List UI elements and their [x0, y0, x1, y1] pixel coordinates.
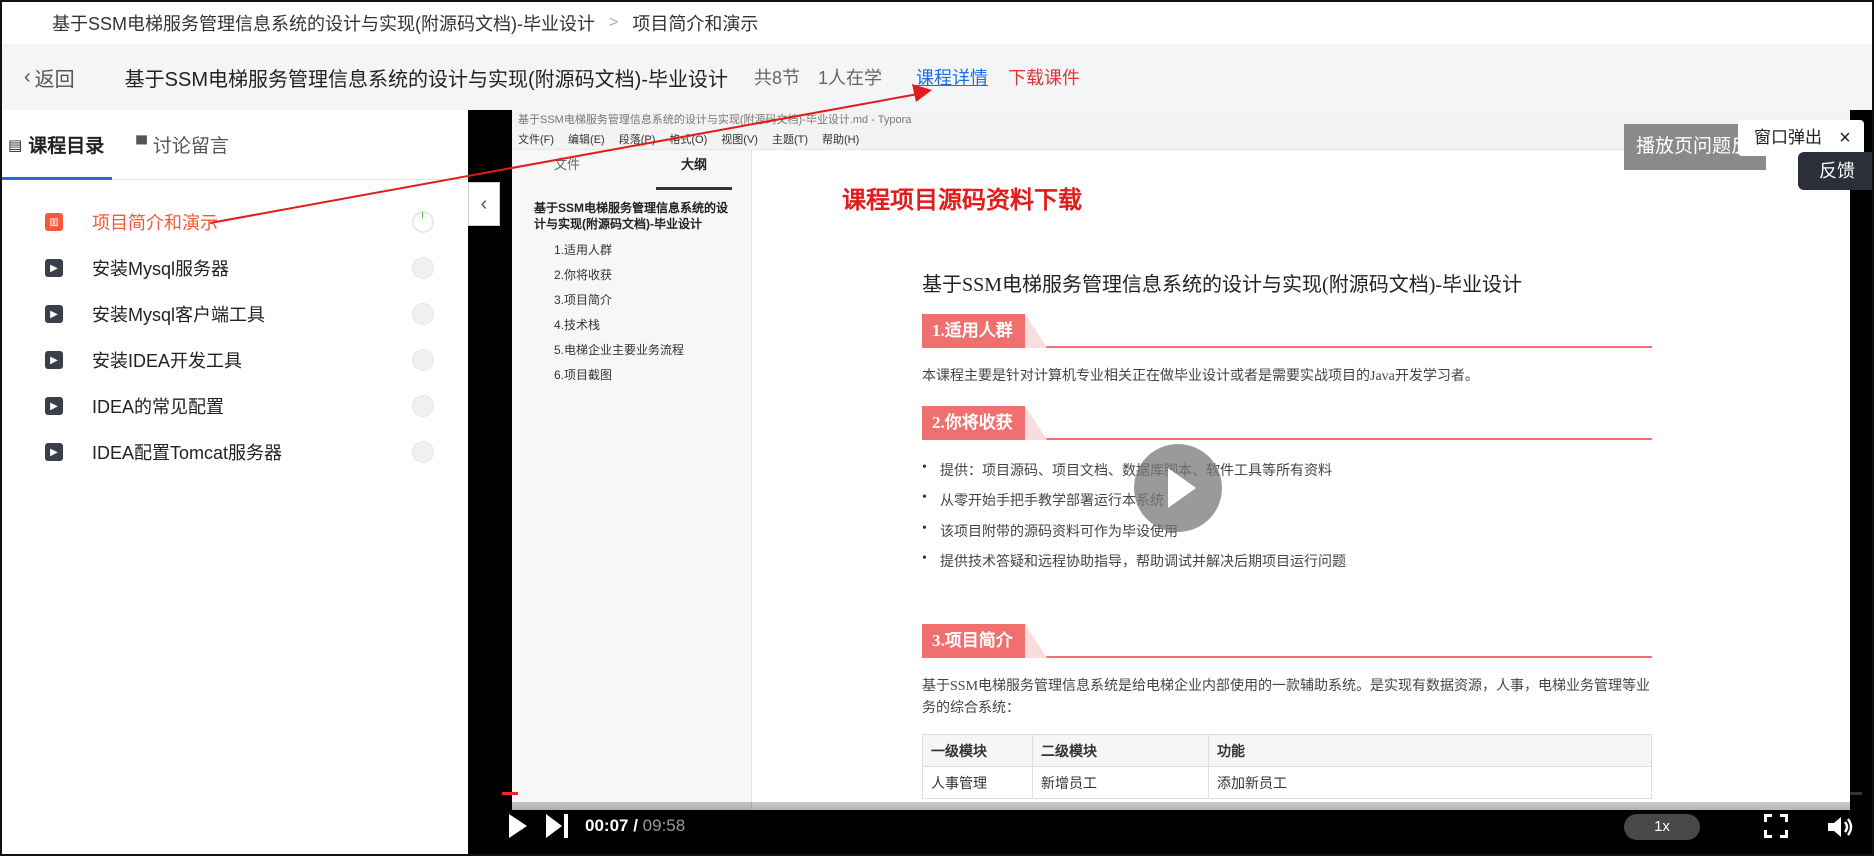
typora-menu-item: 帮助(H)	[822, 134, 860, 146]
typora-menu-item: 格式(O)	[669, 134, 708, 146]
doc-bullet: 提供技术答疑和远程协助指导，帮助调试并解决后期项目运行问题	[922, 551, 1346, 571]
course-title: 基于SSM电梯服务管理信息系统的设计与实现(附源码文档)-毕业设计	[124, 68, 728, 91]
next-icon[interactable]	[544, 814, 572, 838]
doc-section-heading: 1.适用人群	[922, 314, 1652, 348]
section-tag: 2.你将收获	[922, 406, 1047, 440]
section-count: 共8节	[754, 68, 801, 88]
typora-sidebar-tabs: 文件 大纲	[512, 150, 751, 190]
breadcrumb-separator: >	[609, 14, 619, 31]
progress-fill	[502, 792, 519, 795]
typora-menu-item: 视图(V)	[721, 134, 758, 146]
current-time: 00:07	[585, 816, 629, 835]
progress-ring-icon	[412, 303, 434, 325]
doc-bullet: 从零开始手把手教学部署运行本系统	[922, 490, 1164, 510]
download-courseware-link[interactable]: 下载课件	[1008, 64, 1080, 90]
doc-paragraph: 本课程主要是针对计算机专业相关正在做毕业设计或者是需要实战项目的Java开发学习…	[922, 369, 1479, 384]
breadcrumb-course[interactable]: 基于SSM电梯服务管理信息系统的设计与实现(附源码文档)-毕业设计	[52, 10, 595, 36]
play-icon: ▶	[45, 443, 63, 461]
play-icon: ▶	[45, 397, 63, 415]
table-header: 二级模块	[1032, 734, 1209, 767]
comment-icon: ▀	[136, 136, 147, 153]
doc-section-heading: 3.项目简介	[922, 624, 1652, 658]
typora-outline-panel: 文件 大纲 基于SSM电梯服务管理信息系统的设计与实现(附源码文档)-毕业设计 …	[512, 150, 752, 810]
table-header: 一级模块	[922, 734, 1033, 767]
typora-tab-outline: 大纲	[656, 150, 732, 190]
chevron-left-icon: ‹	[480, 192, 488, 215]
lesson-label: 安装Mysql服务器	[92, 259, 230, 279]
lesson-item[interactable]: ▥ 项目简介和演示	[2, 202, 468, 242]
section-tag: 3.项目简介	[922, 624, 1047, 658]
sidebar-tabs: ▤ 课程目录 ▀ 讨论留言	[2, 110, 468, 180]
fullscreen-icon[interactable]	[1764, 814, 1788, 838]
lesson-item[interactable]: ▶ 安装Mysql服务器	[2, 248, 468, 288]
outline-item: 4.技术栈	[554, 318, 601, 332]
learner-count: 1人在学	[818, 68, 883, 88]
lesson-label: 安装Mysql客户端工具	[92, 305, 266, 325]
playback-speed-button[interactable]: 1x	[1624, 814, 1700, 840]
progress-bar[interactable]	[502, 792, 1862, 795]
tab-discussion[interactable]: ▀ 讨论留言	[136, 131, 229, 158]
play-icon: ▶	[45, 259, 63, 277]
doc-title: 基于SSM电梯服务管理信息系统的设计与实现(附源码文档)-毕业设计	[922, 274, 1523, 296]
progress-ring-icon	[412, 257, 434, 279]
tab-catalog-label: 课程目录	[28, 136, 105, 157]
play-icon: ▶	[45, 305, 63, 323]
doc-section-heading: 2.你将收获	[922, 406, 1652, 440]
play-icon[interactable]	[507, 814, 529, 838]
typora-menu-item: 文件(F)	[518, 134, 555, 146]
lesson-item[interactable]: ▶ 安装Mysql客户端工具	[2, 294, 468, 334]
feedback-button[interactable]: 反馈	[1798, 152, 1872, 190]
app-window: 基于SSM电梯服务管理信息系统的设计与实现(附源码文档)-毕业设计 > 项目简介…	[0, 0, 1874, 856]
outline-root: 基于SSM电梯服务管理信息系统的设计与实现(附源码文档)-毕业设计	[534, 201, 729, 231]
doc-red-header: 课程项目源码资料下载	[842, 186, 1082, 214]
lesson-label: IDEA的常见配置	[92, 397, 225, 417]
outline-item: 5.电梯企业主要业务流程	[554, 343, 685, 357]
progress-ring-icon	[412, 349, 434, 371]
lesson-item[interactable]: ▶ IDEA配置Tomcat服务器	[2, 432, 468, 472]
volume-icon[interactable]	[1826, 814, 1854, 840]
course-sidebar: ▤ 课程目录 ▀ 讨论留言 ▥ 项目简介和演示 ▶ 安装Mysql服务器 ▶ 安…	[2, 110, 468, 854]
section-tag: 1.适用人群	[922, 314, 1047, 348]
progress-ring-icon	[412, 211, 434, 233]
lesson-label: 项目简介和演示	[92, 213, 218, 233]
outline-item: 3.项目简介	[554, 293, 613, 307]
doc-paragraph: 基于SSM电梯服务管理信息系统是给电梯企业内部使用的一款辅助系统。是实现有数据资…	[922, 679, 1651, 716]
lesson-item[interactable]: ▶ IDEA的常见配置	[2, 386, 468, 426]
lesson-label: 安装IDEA开发工具	[92, 351, 243, 371]
active-tab-indicator	[2, 177, 112, 180]
back-label: 返回	[34, 68, 75, 91]
time-display: 00:07 / 09:58	[585, 816, 686, 835]
big-play-button[interactable]	[1134, 444, 1222, 532]
chart-icon: ▥	[45, 213, 63, 231]
typora-tab-files: 文件	[553, 157, 580, 172]
lesson-label: IDEA配置Tomcat服务器	[92, 443, 283, 463]
close-icon[interactable]: ×	[1830, 120, 1860, 156]
doc-bullet: 该项目附带的源码资料可作为毕设使用	[922, 521, 1178, 541]
total-time: 09:58	[642, 816, 686, 835]
progress-ring-icon	[412, 441, 434, 463]
play-icon: ▶	[45, 351, 63, 369]
typora-menu-item: 编辑(E)	[568, 134, 605, 146]
tab-catalog[interactable]: ▤ 课程目录	[8, 131, 104, 158]
outline-item: 2.你将收获	[554, 268, 613, 282]
course-detail-link[interactable]: 课程详情	[916, 64, 988, 90]
table-header: 功能	[1208, 734, 1652, 767]
breadcrumb-current: 项目简介和演示	[632, 14, 759, 34]
chevron-left-icon: ‹	[24, 65, 31, 88]
lesson-item[interactable]: ▶ 安装IDEA开发工具	[2, 340, 468, 380]
outline-item: 6.项目截图	[554, 368, 613, 382]
typora-menu-item: 主题(T)	[771, 134, 808, 146]
typora-menu-item: 段落(P)	[618, 134, 656, 146]
typora-document: 课程项目源码资料下载 基于SSM电梯服务管理信息系统的设计与实现(附源码文档)-…	[752, 150, 1850, 810]
list-icon: ▤	[8, 136, 23, 154]
collapse-sidebar-button[interactable]: ‹	[468, 182, 500, 226]
doc-table: 一级模块 二级模块 功能 人事管理 新增员工 添加新员工	[922, 734, 1652, 799]
back-button[interactable]: ‹ 返回	[24, 63, 75, 92]
breadcrumb: 基于SSM电梯服务管理信息系统的设计与实现(附源码文档)-毕业设计 > 项目简介…	[2, 2, 1872, 44]
tab-discussion-label: 讨论留言	[152, 136, 229, 157]
outline-item: 1.适用人群	[554, 243, 613, 257]
course-header: ‹ 返回 基于SSM电梯服务管理信息系统的设计与实现(附源码文档)-毕业设计 共…	[2, 44, 1872, 110]
progress-ring-icon	[412, 395, 434, 417]
